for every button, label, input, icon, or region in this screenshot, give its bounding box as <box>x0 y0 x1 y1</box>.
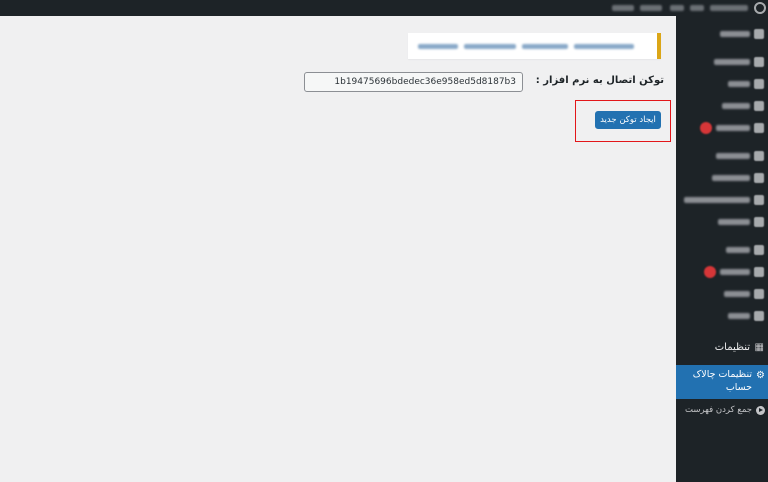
token-form-row: توکن اتصال به نرم افزار : <box>300 72 670 94</box>
sidebar-item[interactable] <box>676 190 768 210</box>
admin-bar-item-blurred[interactable] <box>670 5 684 11</box>
menu-icon <box>754 151 764 161</box>
current-page-arrow <box>670 375 676 387</box>
sidebar-item[interactable] <box>676 74 768 94</box>
collapse-play-icon <box>756 406 765 415</box>
sidebar-item[interactable] <box>676 262 768 282</box>
menu-icon <box>754 29 764 39</box>
sidebar-item[interactable] <box>676 118 768 138</box>
sidebar-item-label: تنظیمات چالاک حساب <box>692 369 752 393</box>
sidebar-item-chalak-settings[interactable]: ⚙ تنظیمات چالاک حساب <box>670 365 768 399</box>
menu-icon <box>754 123 764 133</box>
sidebar-item[interactable] <box>676 284 768 304</box>
menu-icon <box>754 195 764 205</box>
menu-icon <box>754 173 764 183</box>
wordpress-logo-icon[interactable] <box>754 2 766 14</box>
sidebar-item[interactable] <box>676 52 768 72</box>
sidebar-item[interactable] <box>676 240 768 260</box>
sidebar-item[interactable] <box>676 168 768 188</box>
site-name-blurred[interactable] <box>710 5 748 11</box>
menu-icon <box>754 101 764 111</box>
menu-icon <box>754 57 764 67</box>
update-count-badge <box>700 122 712 134</box>
sidebar-item-label: تنظیمات <box>714 342 750 353</box>
token-input[interactable] <box>304 72 523 92</box>
menu-icon <box>754 79 764 89</box>
menu-icon <box>754 311 764 321</box>
collapse-menu-button[interactable]: جمع کردن فهرست <box>676 403 768 419</box>
create-new-token-button[interactable]: ایجاد توکن جدید <box>595 111 661 129</box>
notice-text-blurred <box>418 44 458 49</box>
menu-icon <box>754 217 764 227</box>
sidebar-item[interactable] <box>676 24 768 44</box>
admin-sidebar: ▦ تنظیمات ⚙ تنظیمات چالاک حساب جمع کردن … <box>670 16 768 482</box>
notice-text-blurred <box>574 44 634 49</box>
menu-icon <box>754 289 764 299</box>
menu-icon <box>754 245 764 255</box>
token-label: توکن اتصال به نرم افزار : <box>535 75 664 86</box>
admin-bar-item-blurred[interactable] <box>612 5 634 11</box>
update-count-badge <box>704 266 716 278</box>
admin-bar-item-blurred[interactable] <box>640 5 662 11</box>
admin-bar-item-blurred[interactable] <box>690 5 704 11</box>
notice-text-blurred <box>464 44 516 49</box>
settings-sliders-icon: ▦ <box>754 342 764 353</box>
admin-top-bar <box>0 0 768 16</box>
sidebar-item[interactable] <box>676 96 768 116</box>
sidebar-item-settings[interactable]: ▦ تنظیمات <box>676 338 768 358</box>
menu-icon <box>754 267 764 277</box>
sidebar-item[interactable] <box>676 212 768 232</box>
gear-icon: ⚙ <box>756 370 765 381</box>
sidebar-item[interactable] <box>676 146 768 166</box>
admin-notice <box>408 33 661 59</box>
notice-text-blurred <box>522 44 568 49</box>
sidebar-item[interactable] <box>676 306 768 326</box>
collapse-menu-label: جمع کردن فهرست <box>685 405 752 415</box>
